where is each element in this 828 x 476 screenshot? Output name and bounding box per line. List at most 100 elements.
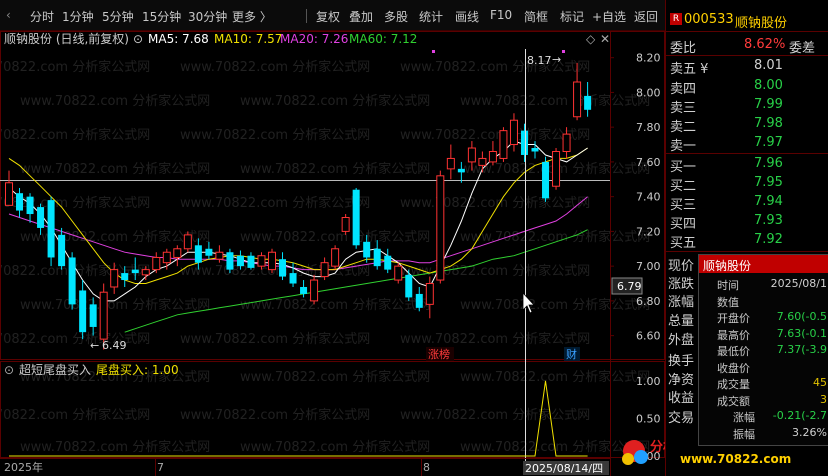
popup-key: 开盘价 xyxy=(717,312,750,325)
candle-body xyxy=(5,182,13,206)
candle-body xyxy=(499,130,508,159)
weibi-label: 委比 xyxy=(670,41,697,56)
candle-body xyxy=(542,161,550,199)
toolbar-btn-jiankuang[interactable]: 简框 xyxy=(524,8,548,25)
kline-chart[interactable]: www.70822.com 分析家公式网 www.70822.com 分析家公式网… xyxy=(0,31,665,476)
stock-name: 顺钠股份 xyxy=(735,16,788,31)
popup-title: 顺钠股份 xyxy=(703,259,752,273)
bid-row-1: 买一 7.96 xyxy=(670,156,828,175)
price-tag: 6.79 xyxy=(617,280,642,293)
popup-key: 成交量 xyxy=(717,378,750,391)
popup-key: 成交额 xyxy=(717,394,750,408)
toolbar-btn-5min[interactable]: 5分钟 xyxy=(102,8,134,25)
logo-url: www.70822.com xyxy=(680,452,792,466)
bid-price: 7.95 xyxy=(754,175,783,190)
bid-label: 买四 xyxy=(670,217,697,232)
candle-body xyxy=(436,175,445,281)
candle-body xyxy=(520,130,528,155)
watermark-text: www.70822.com 分析家公式网 xyxy=(20,439,210,455)
ask-price: 7.99 xyxy=(754,97,783,112)
high-annotation: 8.17 xyxy=(527,54,552,67)
popup-value: -0.21(-2.7 xyxy=(772,409,827,422)
candle-body xyxy=(352,189,360,246)
collapse-icon[interactable]: ‹ xyxy=(6,8,11,22)
collapse-dot-icon[interactable]: ⊙ xyxy=(133,32,143,46)
watermark-text: www.70822.com 分析家公式网 xyxy=(240,369,430,385)
candle-body xyxy=(247,255,255,268)
popup-row: 数值 xyxy=(699,294,828,310)
candle-body xyxy=(99,291,108,340)
y-tick-label: 6.80 xyxy=(636,295,661,308)
label-change-pct: 涨幅 xyxy=(668,295,695,310)
y-tick-label: 8.20 xyxy=(636,52,661,65)
toolbar-btn-tongji[interactable]: 统计 xyxy=(419,8,443,25)
toolbar-btn-30min[interactable]: 30分钟 xyxy=(188,8,227,25)
bid-row-3: 买三 7.94 xyxy=(670,194,828,213)
toolbar-btn-add-watchlist[interactable]: +自选 xyxy=(592,8,626,25)
logo-text: 分析家公式网 xyxy=(650,439,665,455)
toolbar-btn-diejia[interactable]: 叠加 xyxy=(349,8,373,25)
ask-price: 8.01 xyxy=(754,58,783,73)
ma10-label: MA10: 7.57 xyxy=(214,32,282,46)
bid-label: 买一 xyxy=(670,160,697,175)
finance-badge[interactable]: 财 xyxy=(566,347,577,361)
watermark-text: www.70822.com 分析家公式网 xyxy=(0,127,150,143)
toolbar-btn-f10[interactable]: F10 xyxy=(490,8,512,22)
bar-info-popup: 顺钠股份 时间 2025/08/1 数值 开盘价 7.60(-0.5 最高价 7.63(-0… xyxy=(698,254,828,446)
marker-dot xyxy=(562,50,565,53)
bid-price: 7.96 xyxy=(754,156,783,171)
ask-price: 7.97 xyxy=(754,135,783,150)
toolbar-btn-huaxian[interactable]: 画线 xyxy=(455,8,479,25)
watermark-text: www.70822.com 分析家公式网 xyxy=(240,93,430,109)
toolbar-btn-back[interactable]: 返回 xyxy=(634,8,658,25)
candle-body xyxy=(89,304,97,327)
x-label-year: 2025年 xyxy=(4,460,43,474)
candle-body xyxy=(268,251,276,271)
y-tick-label: 8.00 xyxy=(636,86,661,99)
ask-row-1: 卖一 7.97 xyxy=(670,135,828,154)
popup-key: 数值 xyxy=(717,295,739,309)
toolbar-btn-15min[interactable]: 15分钟 xyxy=(142,8,181,25)
limit-up-badge[interactable]: 涨榜 xyxy=(428,347,450,361)
indicator-value: 尾盘买入: 1.00 xyxy=(96,362,179,377)
candle-body xyxy=(310,279,319,302)
y-tick-label: 7.20 xyxy=(636,225,661,238)
divider xyxy=(666,31,828,32)
label-net-assets: 净资 xyxy=(668,373,695,388)
watermark-text: www.70822.com 分析家公式网 xyxy=(400,331,590,347)
candle-body xyxy=(194,245,202,263)
candle-body xyxy=(47,200,55,258)
candle-body xyxy=(425,283,434,305)
bid-label: 买二 xyxy=(670,179,697,194)
toolbar-btn-more[interactable]: 更多 〉 xyxy=(232,8,272,25)
candle-body xyxy=(226,252,234,270)
ask-row-5: 卖五 ¥ 8.01 xyxy=(670,58,828,77)
bid-label: 买三 xyxy=(670,198,697,213)
ma60-label: MA60: 7.12 xyxy=(349,32,417,46)
indicator-collapse-icon[interactable]: ⊙ xyxy=(4,363,14,377)
candle-body xyxy=(16,193,24,211)
popup-value: 3.26% xyxy=(792,425,827,439)
watermark-text: www.70822.com 分析家公式网 xyxy=(180,331,370,347)
weicha-label: 委差 xyxy=(789,41,816,56)
toolbar-btn-1min[interactable]: 1分钟 xyxy=(62,8,94,25)
toolbar-btn-biaoji[interactable]: 标记 xyxy=(560,8,584,25)
candle-body xyxy=(341,217,350,232)
watermark-text: www.70822.com 分析家公式网 xyxy=(400,59,590,75)
divider xyxy=(666,55,828,56)
popup-row: 最低价 7.37(-3.9 xyxy=(699,343,828,359)
candle-body xyxy=(289,273,297,284)
toolbar-btn-fenshi[interactable]: 分时 xyxy=(30,8,54,25)
candle-body xyxy=(415,293,423,308)
candle-body xyxy=(405,274,413,298)
weibi-value: 8.62% xyxy=(744,37,786,52)
watermark-text: www.70822.com 分析家公式网 xyxy=(180,59,370,75)
divider xyxy=(666,251,828,252)
diamond-icon[interactable]: ◇ xyxy=(586,32,596,46)
y-tick-label: 7.80 xyxy=(636,121,661,134)
toolbar-btn-fuquan[interactable]: 复权 xyxy=(316,8,340,25)
candle-body xyxy=(531,148,539,152)
close-pane-icon[interactable]: ✕ xyxy=(600,32,610,46)
cursor-date: 2025/08/14/四 xyxy=(525,462,603,475)
toolbar-btn-duogu[interactable]: 多股 xyxy=(384,8,408,25)
